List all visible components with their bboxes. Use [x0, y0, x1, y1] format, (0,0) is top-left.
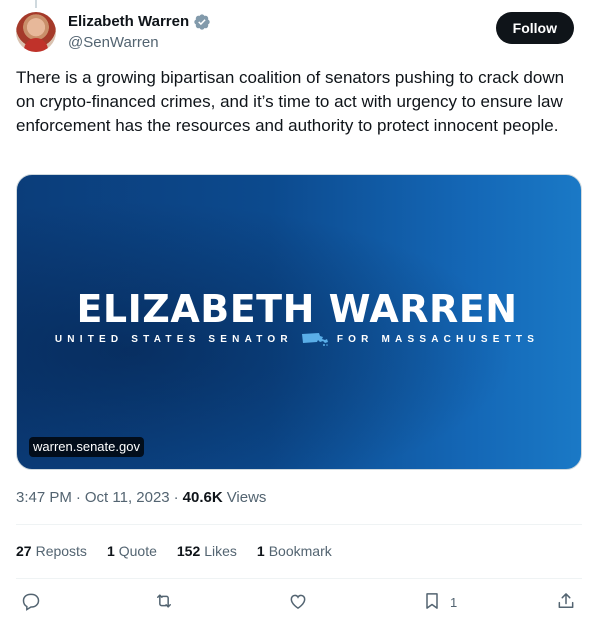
quotes-count: 1	[106, 543, 115, 559]
reply-icon	[21, 591, 41, 614]
bookmarks-stat[interactable]: 1 Bookmark	[257, 541, 332, 561]
name-row: Elizabeth Warren	[68, 12, 211, 32]
like-button[interactable]	[288, 588, 308, 616]
verified-badge-icon	[193, 13, 211, 31]
banner-title: ELIZABETH WARREN	[76, 287, 518, 331]
author-block: Elizabeth Warren @SenWarren	[68, 12, 211, 53]
divider	[16, 578, 582, 579]
reposts-count: 27	[16, 543, 32, 559]
bookmark-count: 1	[450, 594, 458, 610]
share-button[interactable]	[556, 588, 576, 616]
author-display-name[interactable]: Elizabeth Warren	[68, 12, 189, 32]
repost-button[interactable]	[154, 588, 174, 616]
tweet-time[interactable]: 3:47 PM	[16, 488, 72, 508]
share-icon	[556, 591, 576, 614]
banner-subtitle-left: UNITED STATES SENATOR	[54, 333, 293, 345]
avatar[interactable]	[16, 12, 56, 52]
bookmark-icon	[422, 591, 442, 614]
thread-connector-line	[35, 0, 37, 8]
link-domain-label: warren.senate.gov	[29, 437, 144, 457]
reply-button[interactable]	[21, 588, 41, 616]
tweet-actions: 1	[16, 588, 582, 616]
bookmark-button[interactable]: 1	[422, 588, 457, 616]
meta-separator: ·	[173, 489, 179, 506]
tweet-meta: 3:47 PM · Oct 11, 2023 · 40.6K Views	[16, 488, 266, 508]
bookmarks-count: 1	[256, 543, 265, 559]
views-count: 40.6K	[182, 489, 223, 506]
banner-subtitle: UNITED STATES SENATOR FOR MASSACHUSETTS	[17, 331, 577, 347]
tweet-date[interactable]: Oct 11, 2023	[85, 488, 170, 508]
meta-separator: ·	[75, 489, 81, 506]
likes-label: Likes	[204, 543, 237, 559]
tweet-header: Elizabeth Warren @SenWarren Follow	[16, 12, 574, 54]
heart-icon	[288, 591, 308, 614]
reposts-stat[interactable]: 27 Reposts	[16, 541, 87, 561]
likes-stat[interactable]: 152 Likes	[177, 541, 237, 561]
views-label: Views	[226, 489, 267, 506]
quotes-stat[interactable]: 1 Quote	[107, 541, 157, 561]
engagement-stats: 27 Reposts 1 Quote 152 Likes 1 Bookmark	[16, 541, 332, 561]
likes-count: 152	[176, 543, 201, 559]
bookmarks-label: Bookmark	[268, 543, 332, 559]
divider	[16, 524, 582, 525]
author-handle[interactable]: @SenWarren	[68, 33, 211, 53]
tweet-text: There is a growing bipartisan coalition …	[16, 68, 565, 135]
quotes-label: Quote	[118, 543, 157, 559]
reposts-label: Reposts	[35, 543, 87, 559]
repost-icon	[154, 591, 174, 614]
banner-subtitle-right: FOR MASSACHUSETTS	[336, 333, 540, 345]
massachusetts-map-icon	[301, 331, 329, 347]
follow-button[interactable]: Follow	[495, 12, 574, 44]
link-card-image[interactable]: ELIZABETH WARREN UNITED STATES SENATOR F…	[16, 174, 582, 470]
